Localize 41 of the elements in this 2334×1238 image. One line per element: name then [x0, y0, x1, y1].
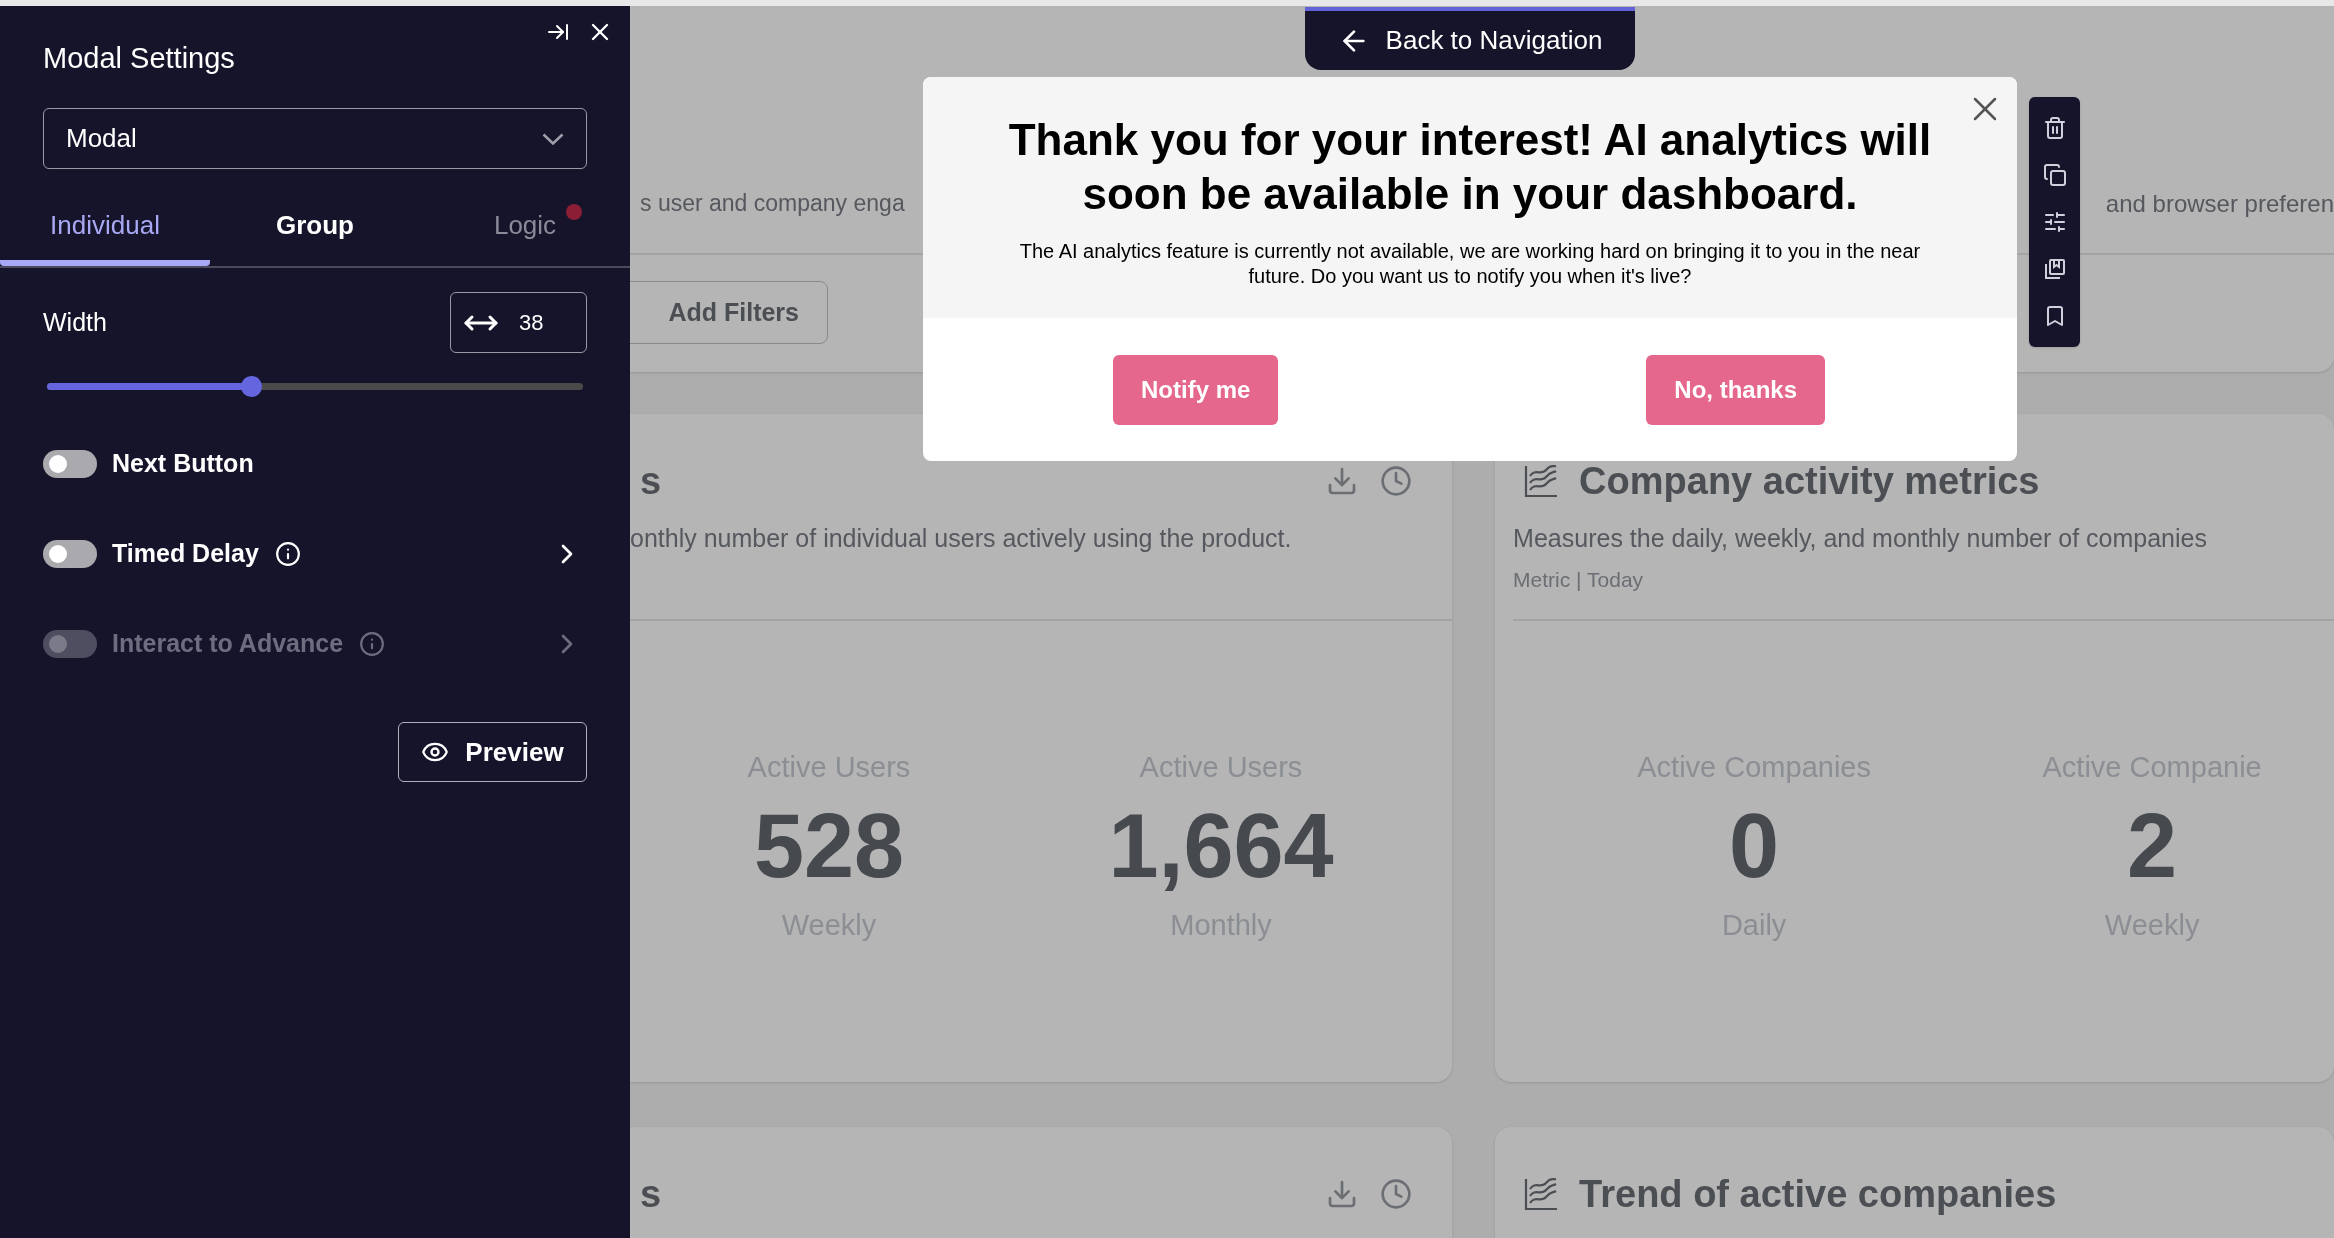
card-description: Measures the daily, weekly, and monthly number of companies [1513, 524, 2207, 552]
card-title: Trend of active companies [1579, 1171, 2057, 1217]
tab[interactable]: Group [210, 184, 420, 266]
clock-icon[interactable] [1380, 1178, 1413, 1210]
card-description: s user and company enga [640, 189, 905, 218]
stat-value: 0 [1729, 795, 1780, 898]
slider-thumb[interactable] [240, 376, 262, 397]
tab[interactable]: Individual [0, 184, 210, 266]
stat-value: 1,664 [1108, 795, 1334, 898]
bookmark-stack-icon[interactable] [2042, 257, 2067, 281]
modal-message: The AI analytics feature is currently not available, we are working hard on bringing it to you in the near future. Do you want us to notify you when it's live? [1018, 239, 1922, 289]
back-button[interactable]: Back to Navigation [1305, 7, 1635, 70]
toggle-label: Next Button [112, 448, 254, 480]
card-title: Company activity metrics [1579, 458, 2040, 504]
width-label: Width [43, 306, 107, 338]
card-description: and browser preferen [2105, 189, 2334, 219]
card-meta: Metric | Today [1513, 567, 1644, 591]
panel-title: Modal Settings [43, 42, 235, 74]
width-field[interactable]: 38 [450, 292, 587, 353]
card-title: s [640, 458, 662, 504]
info-icon[interactable] [274, 541, 301, 567]
tab[interactable]: Logic [420, 184, 630, 266]
trash-icon[interactable] [2042, 116, 2067, 140]
modal-title: Thank you for your interest! AI analytics will soon be available in your dashboard. [1007, 114, 1933, 220]
sliders-icon[interactable] [2042, 210, 2067, 234]
type-select[interactable]: Modal [43, 108, 587, 169]
toggle-switch[interactable] [43, 540, 97, 568]
stat-value: 528 [753, 795, 905, 898]
chart-icon [1523, 1177, 1560, 1211]
toggle-label: Timed Delay [112, 538, 259, 570]
chevron-down-icon [542, 132, 564, 145]
toggle-label: Interact to Advance [112, 628, 344, 660]
preview-button[interactable]: Preview [398, 722, 587, 782]
copy-icon[interactable] [2042, 163, 2067, 187]
clock-icon[interactable] [1380, 465, 1413, 497]
stat-value: 2 [2127, 795, 2178, 898]
toggle-switch[interactable] [43, 450, 97, 478]
card-description: onthly number of individual users actively using the product. [630, 524, 1292, 552]
add-filters-button[interactable]: Add Filters [630, 281, 828, 344]
card-title: s [640, 1171, 662, 1217]
chart-icon [1523, 464, 1560, 498]
